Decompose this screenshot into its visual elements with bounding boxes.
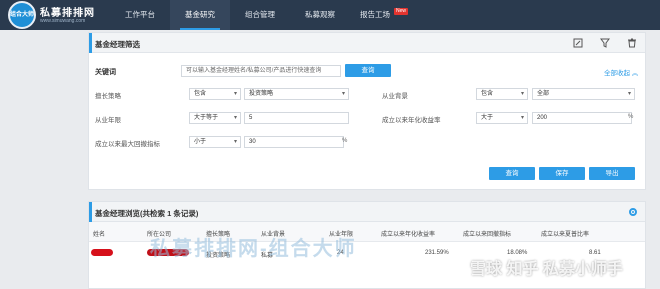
save-button[interactable]: 保存 [539,167,585,180]
drawdown-unit: % [342,138,348,144]
nav-item-workspace[interactable]: 工作平台 [110,0,170,30]
keyword-label: 关键词 [95,69,116,76]
background-operator-select[interactable]: 包含 [476,88,528,100]
new-badge: New [393,8,408,15]
background-label: 从业背景 [382,93,408,100]
nav-item-report-label: 报告工场 [360,10,390,19]
keyword-input[interactable]: 可以输入基金经理姓名/私募公司/产品进行快速查询 [181,65,341,77]
trash-icon[interactable] [627,38,637,48]
column-header-name[interactable]: 姓名 [93,229,105,238]
header-accent [89,33,92,53]
return-unit: % [628,114,634,120]
collapse-all-link[interactable]: 全部收起 ︽ [604,67,638,77]
drawdown-operator-select[interactable]: 小于 [189,136,241,148]
brand-url: www.simuwang.com [40,18,86,24]
nav-item-portfolio[interactable]: 组合管理 [230,0,290,30]
strategy-operator-select[interactable]: 包含 [189,88,241,100]
strategy-value-select[interactable]: 投资策略 [244,88,349,100]
column-header-annual-return[interactable]: 成立以来年化收益率 [381,229,435,238]
redacted-name [91,249,113,256]
background-value-select[interactable]: 全部 [532,88,635,100]
settings-gear-icon[interactable] [628,207,638,217]
filter-icon[interactable] [600,38,610,48]
top-nav-bar: 组合大师 私募排排网 www.simuwang.com 工作平台 基金研究 组合… [0,0,660,30]
strategy-label: 擅长策略 [95,93,121,100]
nav-item-report-factory[interactable]: 报告工场 New [350,0,410,30]
filter-panel-header: 基金经理筛选 [89,33,645,53]
nav-item-observation[interactable]: 私募观察 [290,0,350,30]
years-label: 从业年限 [95,117,121,124]
edit-icon[interactable] [573,38,583,48]
export-button[interactable]: 导出 [589,167,635,180]
manager-filter-panel: 基金经理筛选 关键词 可以输入基金经理姓名/私募公司/产品进行快速查询 查询 全… [88,32,646,190]
drawdown-value-input[interactable]: 30 [244,136,344,148]
brand-logo[interactable]: 组合大师 [8,1,36,29]
watermark-text: 私募排排网-组合大师 [150,238,357,260]
query-button[interactable]: 查询 [489,167,535,180]
results-title: 基金经理浏览(共检索 1 条记录) [95,209,199,218]
years-value-input[interactable]: 5 [244,112,349,124]
return-operator-select[interactable]: 大于 [476,112,528,124]
return-value-input[interactable]: 200 [532,112,632,124]
row-annual-return: 231.59% [425,250,449,256]
keyword-search-button[interactable]: 查询 [345,64,391,77]
results-header-accent [89,202,92,222]
drawdown-label: 成立以来最大回撤指标 [95,141,160,148]
column-header-drawdown[interactable]: 成立以来回撤指标 [463,229,511,238]
brand-name: 私募排排网 [40,8,95,19]
filter-panel-title: 基金经理筛选 [95,40,140,49]
corner-watermark: 雪球 知乎 私募小师手 [470,261,623,278]
years-operator-select[interactable]: 大于等于 [189,112,241,124]
column-header-sharpe[interactable]: 成立以来夏普比率 [541,229,589,238]
return-label: 成立以来年化收益率 [382,117,441,124]
main-nav: 工作平台 基金研究 组合管理 私募观察 报告工场 New [110,0,410,30]
results-panel-header: 基金经理浏览(共检索 1 条记录) [89,202,645,222]
nav-item-fund-research[interactable]: 基金研究 [170,0,230,30]
